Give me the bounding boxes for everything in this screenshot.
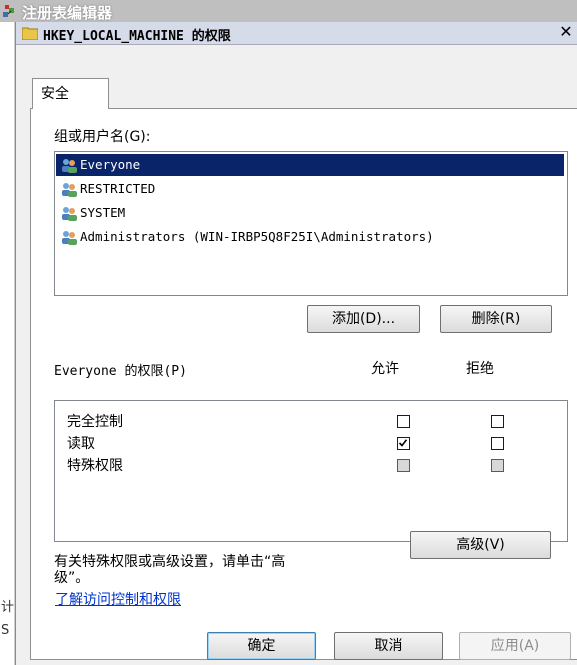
permission-name: 特殊权限 (67, 458, 123, 474)
cancel-button[interactable]: 取消 (334, 632, 443, 660)
close-icon: ✕ (559, 22, 573, 41)
list-item-system[interactable]: SYSTEM (56, 202, 564, 224)
dialog-title-bar[interactable]: HKEY_LOCAL_MACHINE 的权限 ✕ (16, 22, 577, 45)
advanced-button[interactable]: 高级(V) (410, 531, 551, 559)
checkmark-icon (398, 439, 408, 447)
parent-text-fragment: 计 (1, 600, 15, 615)
user-name: SYSTEM (80, 205, 126, 220)
remove-button[interactable]: 删除(R) (440, 305, 552, 333)
permissions-list: 完全控制 读取 特殊权限 (54, 400, 568, 542)
deny-column-header: 拒绝 (466, 361, 494, 377)
read-allow-checkbox[interactable] (397, 437, 410, 450)
parent-window-title: 注册表编辑器 (22, 4, 113, 22)
user-name: RESTRICTED (80, 181, 156, 196)
permission-name: 读取 (67, 436, 95, 452)
learn-access-control-link[interactable]: 了解访问控制和权限 (55, 589, 181, 609)
list-item-administrators[interactable]: Administrators (WIN-IRBP5Q8F25I\Administ… (56, 226, 564, 248)
registry-editor-icon (3, 5, 14, 17)
group-or-user-label: 组或用户名(G): (54, 129, 151, 145)
parent-window-strip: 计 S (0, 22, 15, 665)
parent-text-fragment: S (1, 623, 10, 638)
full-control-allow-checkbox[interactable] (397, 415, 410, 428)
user-group-icon (62, 207, 77, 221)
permission-name: 完全控制 (67, 414, 123, 430)
dialog-title: HKEY_LOCAL_MACHINE 的权限 (43, 29, 231, 44)
close-button[interactable]: ✕ (558, 24, 574, 40)
user-name: Everyone (80, 157, 141, 172)
list-item-restricted[interactable]: RESTRICTED (56, 178, 564, 200)
ok-button[interactable]: 确定 (207, 632, 316, 660)
user-group-icon (62, 183, 77, 197)
user-name: Administrators (WIN-IRBP5Q8F25I\Administ… (80, 229, 434, 244)
permissions-header: Everyone 的权限(P) (54, 364, 187, 379)
list-item-everyone[interactable]: Everyone (56, 154, 564, 176)
permission-row-read: 读取 (55, 431, 565, 453)
parent-title-bar: 注册表编辑器 (0, 0, 577, 22)
permission-row-special: 特殊权限 (55, 453, 565, 475)
special-allow-checkbox (397, 459, 410, 472)
allow-column-header: 允许 (371, 361, 399, 377)
permission-row-full-control: 完全控制 (55, 409, 565, 431)
full-control-deny-checkbox[interactable] (491, 415, 504, 428)
apply-button: 应用(A) (459, 632, 571, 660)
permissions-dialog: HKEY_LOCAL_MACHINE 的权限 ✕ 安全 组或用户名(G): Ev… (15, 22, 577, 665)
special-deny-checkbox (491, 459, 504, 472)
advanced-hint-line-2: 级”。 (54, 570, 90, 586)
user-group-icon (62, 159, 77, 173)
read-deny-checkbox[interactable] (491, 437, 504, 450)
add-button[interactable]: 添加(D)... (307, 305, 420, 333)
folder-icon (22, 27, 38, 40)
tab-security[interactable]: 安全 (32, 78, 109, 109)
user-group-icon (62, 231, 77, 245)
user-list[interactable]: Everyone RESTRICTED SYSTEM Administrator… (54, 151, 568, 296)
advanced-hint-line-1: 有关特殊权限或高级设置，请单击“高 (54, 554, 286, 570)
